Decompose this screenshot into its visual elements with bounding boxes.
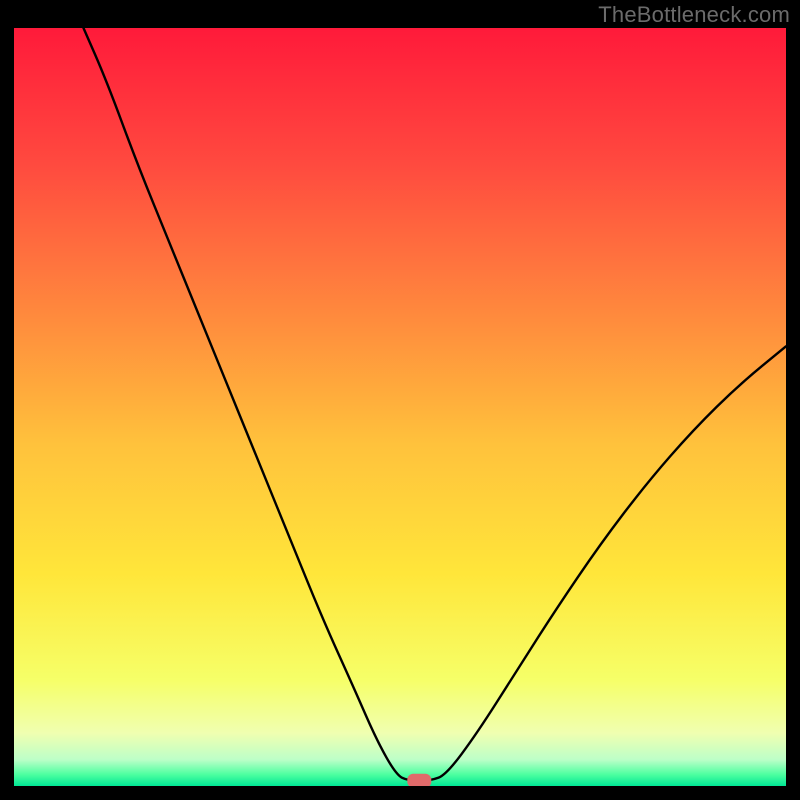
- watermark-label: TheBottleneck.com: [598, 2, 790, 28]
- chart-svg: [14, 28, 786, 786]
- chart-plot: [14, 28, 786, 786]
- chart-container: TheBottleneck.com: [0, 0, 800, 800]
- optimal-marker: [407, 774, 431, 786]
